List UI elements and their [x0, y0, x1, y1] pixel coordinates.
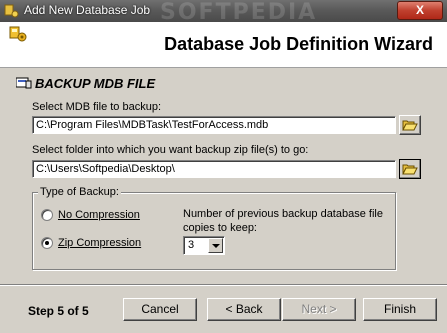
copies-select[interactable]: 3	[183, 236, 225, 255]
wizard-header: Database Job Definition Wizard	[0, 22, 447, 68]
close-button[interactable]: X	[397, 1, 443, 20]
next-button[interactable]: Next >	[282, 298, 356, 321]
mdb-file-input[interactable]: C:\Program Files\MDBTask\TestForAccess.m…	[32, 116, 396, 134]
copies-label-line2: copies to keep:	[183, 222, 257, 234]
zip-compression-radio[interactable]	[41, 237, 53, 249]
title-bar: Add New Database Job SOFTPEDIA X	[0, 0, 447, 25]
wizard-keys-icon	[9, 26, 27, 42]
section-title-text: BACKUP MDB FILE	[35, 76, 156, 91]
footer-divider	[0, 284, 447, 286]
zip-compression-label[interactable]: Zip Compression	[58, 237, 141, 249]
section-title: BACKUP MDB FILE	[16, 76, 155, 91]
cancel-button[interactable]: Cancel	[123, 298, 197, 321]
mdb-file-label: Select MDB file to backup:	[32, 101, 162, 113]
wizard-title: Database Job Definition Wizard	[164, 34, 433, 54]
no-compression-label[interactable]: No Compression	[58, 209, 140, 221]
database-icon	[16, 77, 32, 89]
copies-label-line1: Number of previous backup database file	[183, 208, 383, 220]
close-icon: X	[415, 3, 424, 17]
browse-mdb-button[interactable]	[399, 115, 421, 135]
finish-button[interactable]: Finish	[363, 298, 437, 321]
back-button[interactable]: < Back	[207, 298, 281, 321]
backup-type-legend: Type of Backup:	[38, 186, 121, 198]
app-icon	[4, 4, 19, 18]
backup-folder-input[interactable]: C:\Users\Softpedia\Desktop\	[32, 160, 396, 178]
open-folder-icon	[402, 120, 418, 131]
browse-folder-button[interactable]	[399, 159, 421, 179]
chevron-down-icon[interactable]	[208, 238, 223, 253]
window-title: Add New Database Job	[24, 3, 151, 17]
backup-folder-label: Select folder into which you want backup…	[32, 144, 309, 156]
no-compression-radio[interactable]	[41, 209, 53, 221]
open-folder-icon	[402, 164, 418, 175]
radio-selected-dot	[45, 241, 49, 245]
step-indicator: Step 5 of 5	[28, 304, 89, 318]
copies-value: 3	[188, 239, 195, 251]
